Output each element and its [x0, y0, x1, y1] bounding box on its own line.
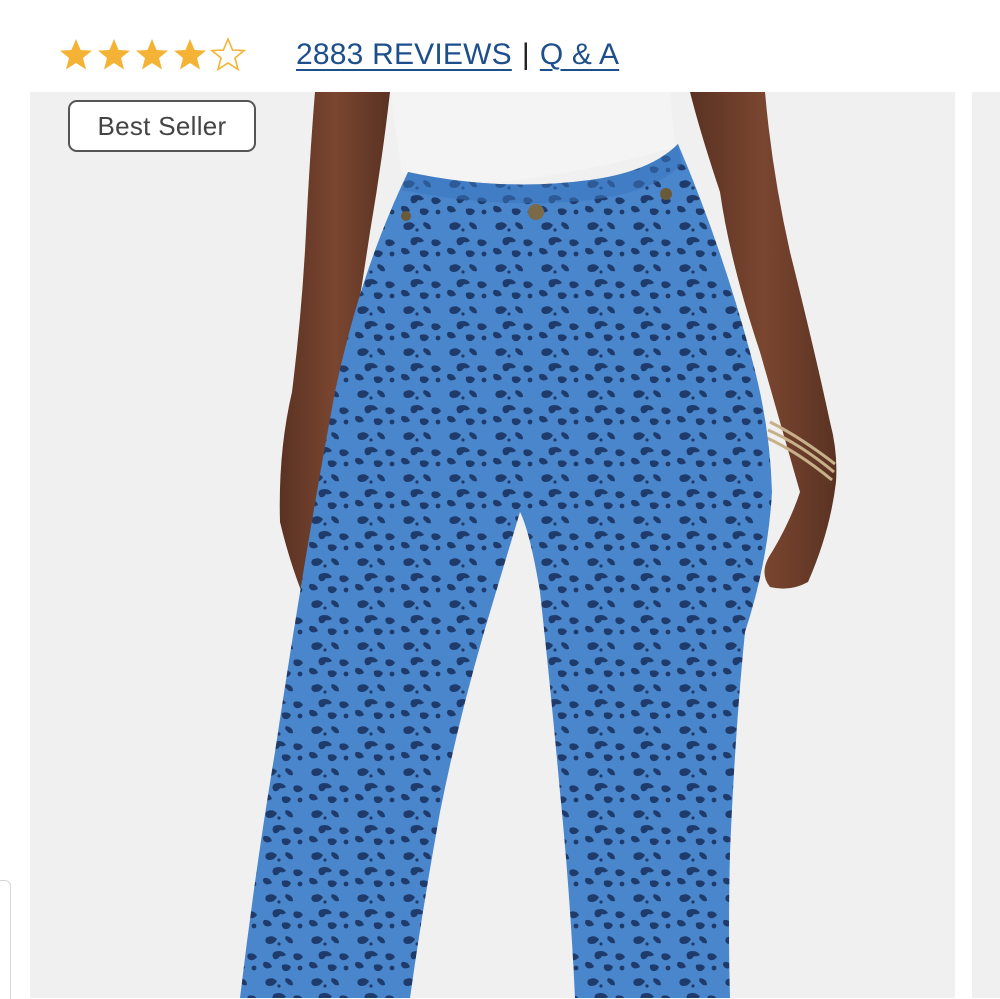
- next-image-peek[interactable]: [972, 92, 1000, 998]
- star-filled-icon: [174, 39, 206, 70]
- qa-link[interactable]: Q & A: [540, 38, 619, 72]
- star-filled-icon: [60, 39, 92, 70]
- star-filled-icon: [98, 39, 130, 70]
- star-rating[interactable]: [58, 37, 246, 73]
- star-empty-icon: [210, 37, 246, 72]
- previous-panel-edge: [0, 880, 11, 999]
- leopard-jeans-photo: [240, 92, 837, 998]
- best-seller-badge: Best Seller: [68, 100, 256, 152]
- link-separator: |: [521, 38, 530, 71]
- review-links: 2883 REVIEWS | Q & A: [296, 38, 619, 72]
- rating-row: 2883 REVIEWS | Q & A: [58, 30, 619, 80]
- star-filled-icon: [136, 39, 168, 70]
- product-image[interactable]: Best Seller: [30, 92, 955, 998]
- reviews-link[interactable]: 2883 REVIEWS: [296, 38, 512, 72]
